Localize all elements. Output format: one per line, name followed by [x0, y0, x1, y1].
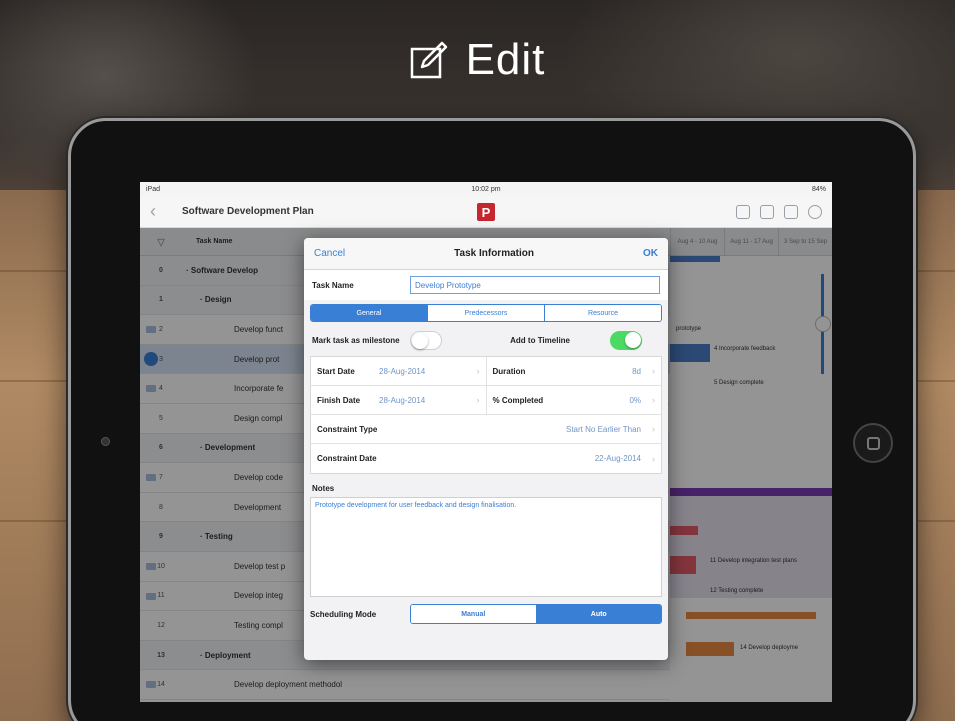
chevron-right-icon: ›	[652, 453, 655, 464]
scheduling-mode-row: Scheduling Mode Manual Auto	[304, 597, 668, 631]
milestone-label: Mark task as milestone	[312, 335, 400, 345]
nav-bar: ‹ Software Development Plan P	[140, 196, 832, 228]
scheduling-mode-label: Scheduling Mode	[310, 609, 377, 619]
modal-title: Task Information	[454, 248, 534, 259]
finish-date-value: 28-Aug-2014	[379, 395, 426, 405]
schedule-fields: Start Date 28-Aug-2014 › Duration 8d › F…	[310, 356, 662, 474]
constraint-type-field[interactable]: Constraint Type Start No Earlier Than ›	[311, 415, 661, 443]
toggle-row: Mark task as milestone Add to Timeline	[304, 326, 668, 354]
camera-dot	[101, 437, 110, 446]
finish-date-label: Finish Date	[317, 395, 361, 405]
tab-resource[interactable]: Resource	[544, 305, 661, 321]
cancel-button[interactable]: Cancel	[314, 248, 345, 259]
duration-field[interactable]: Duration 8d ›	[485, 357, 662, 385]
chevron-right-icon: ›	[476, 395, 480, 405]
hero-title: Edit	[465, 35, 546, 84]
document-icon[interactable]	[736, 205, 750, 219]
nav-actions	[736, 205, 822, 219]
status-carrier: iPad	[146, 185, 161, 193]
status-bar: iPad 10:02 pm 84%	[140, 182, 832, 196]
hero-heading: Edit	[0, 30, 955, 90]
ok-button[interactable]: OK	[643, 248, 658, 259]
constraint-type-label: Constraint Type	[317, 424, 378, 434]
start-date-label: Start Date	[317, 366, 355, 376]
home-button[interactable]	[853, 423, 893, 463]
duration-value: 8d	[632, 366, 641, 376]
start-date-value: 28-Aug-2014	[379, 366, 426, 376]
modal-header: Cancel Task Information OK	[304, 238, 668, 270]
settings-icon[interactable]	[808, 205, 822, 219]
milestone-toggle[interactable]	[409, 330, 442, 350]
status-battery: 84%	[811, 185, 826, 193]
ipad-screen: iPad 10:02 pm 84% ‹ Software Development…	[140, 182, 832, 702]
app-logo: P	[477, 203, 495, 221]
notes-textarea[interactable]: Prototype development for user feedback …	[310, 497, 662, 597]
timeline-toggle[interactable]	[610, 330, 642, 350]
edit-icon	[410, 41, 448, 79]
constraint-date-value: 22-Aug-2014	[594, 454, 641, 463]
constraint-type-value: Start No Earlier Than	[566, 424, 641, 434]
view-icon[interactable]	[784, 205, 798, 219]
tab-predecessors[interactable]: Predecessors	[427, 305, 544, 321]
start-date-field[interactable]: Start Date 28-Aug-2014 ›	[311, 357, 486, 385]
task-name-row: Task Name Develop Prototype	[304, 270, 668, 300]
back-chevron-icon[interactable]: ‹	[150, 201, 174, 222]
completed-value: 0%	[629, 395, 641, 405]
chevron-right-icon: ›	[652, 424, 655, 434]
task-name-label: Task Name	[312, 280, 354, 290]
project-title: Software Development Plan	[182, 206, 314, 217]
chevron-right-icon: ›	[476, 366, 480, 376]
completed-label: % Completed	[492, 395, 544, 405]
scheduling-mode-control: Manual Auto	[410, 604, 662, 624]
finish-date-field[interactable]: Finish Date 28-Aug-2014 ›	[311, 386, 486, 414]
info-tabs: General Predecessors Resource	[310, 304, 662, 322]
task-name-input[interactable]: Develop Prototype	[410, 276, 660, 294]
duration-label: Duration	[492, 366, 526, 376]
notes-label: Notes	[312, 484, 335, 493]
scheduling-auto-option[interactable]: Auto	[535, 605, 661, 623]
share-icon[interactable]	[760, 205, 774, 219]
chevron-right-icon: ›	[652, 366, 655, 376]
chevron-right-icon: ›	[652, 395, 655, 405]
completed-field[interactable]: % Completed 0% ›	[485, 386, 662, 414]
tab-general[interactable]: General	[311, 305, 427, 321]
scheduling-manual-option[interactable]: Manual	[411, 605, 536, 623]
constraint-date-field[interactable]: Constraint Date 22-Aug-2014 ›	[311, 444, 661, 473]
status-time: 10:02 pm	[471, 185, 501, 193]
constraint-date-label: Constraint Date	[317, 454, 377, 463]
task-information-modal: Cancel Task Information OK Task Name Dev…	[304, 238, 668, 660]
timeline-label: Add to Timeline	[510, 335, 570, 345]
